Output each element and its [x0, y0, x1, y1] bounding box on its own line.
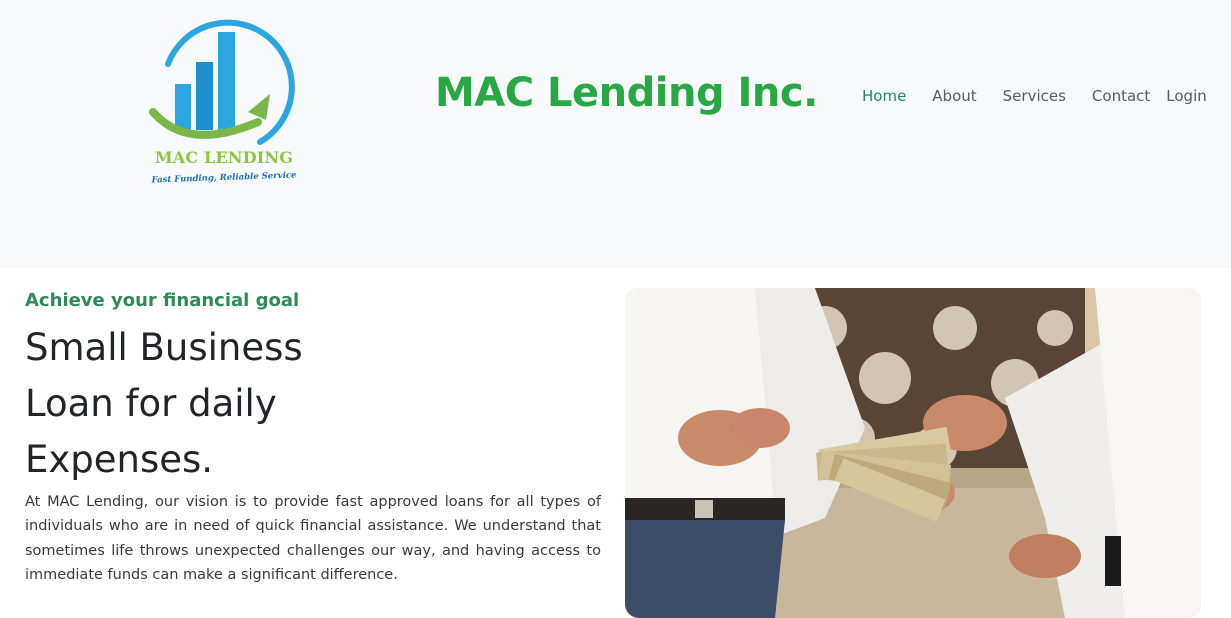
hero-eyebrow: Achieve your financial goal [25, 290, 300, 311]
hero-description: At MAC Lending, our vision is to provide… [25, 494, 601, 583]
headline-line-2: Loan for daily [25, 382, 277, 425]
company-logo[interactable]: MAC LENDING Fast Funding, Reliable Servi… [148, 12, 300, 192]
nav-services-link[interactable]: Services [1003, 87, 1066, 105]
nav-about-link[interactable]: About [932, 87, 976, 105]
hero-photo [625, 288, 1201, 618]
main-nav: Home About Services Contact Login [855, 86, 1207, 106]
hero-headline: Small Business Loan for daily Expenses. [25, 320, 345, 488]
headline-line-1: Small Business [25, 326, 303, 369]
nav-contact-link[interactable]: Contact [1092, 87, 1150, 105]
nav-home-link[interactable]: Home [862, 87, 906, 105]
site-header: MAC LENDING Fast Funding, Reliable Servi… [0, 0, 1231, 268]
brand-title: MAC Lending Inc. [435, 70, 818, 116]
hero-text: Achieve your financial goal Small Busine… [25, 288, 601, 587]
logo-tagline: Fast Funding, Reliable Service [151, 170, 297, 186]
cash-handoff-photo-icon [625, 288, 1201, 618]
logo-graphic-icon [149, 19, 295, 145]
headline-line-3: Expenses. [25, 438, 214, 481]
nav-login-link[interactable]: Login [1166, 87, 1206, 105]
logo-wordmark: MAC LENDING [154, 148, 294, 167]
